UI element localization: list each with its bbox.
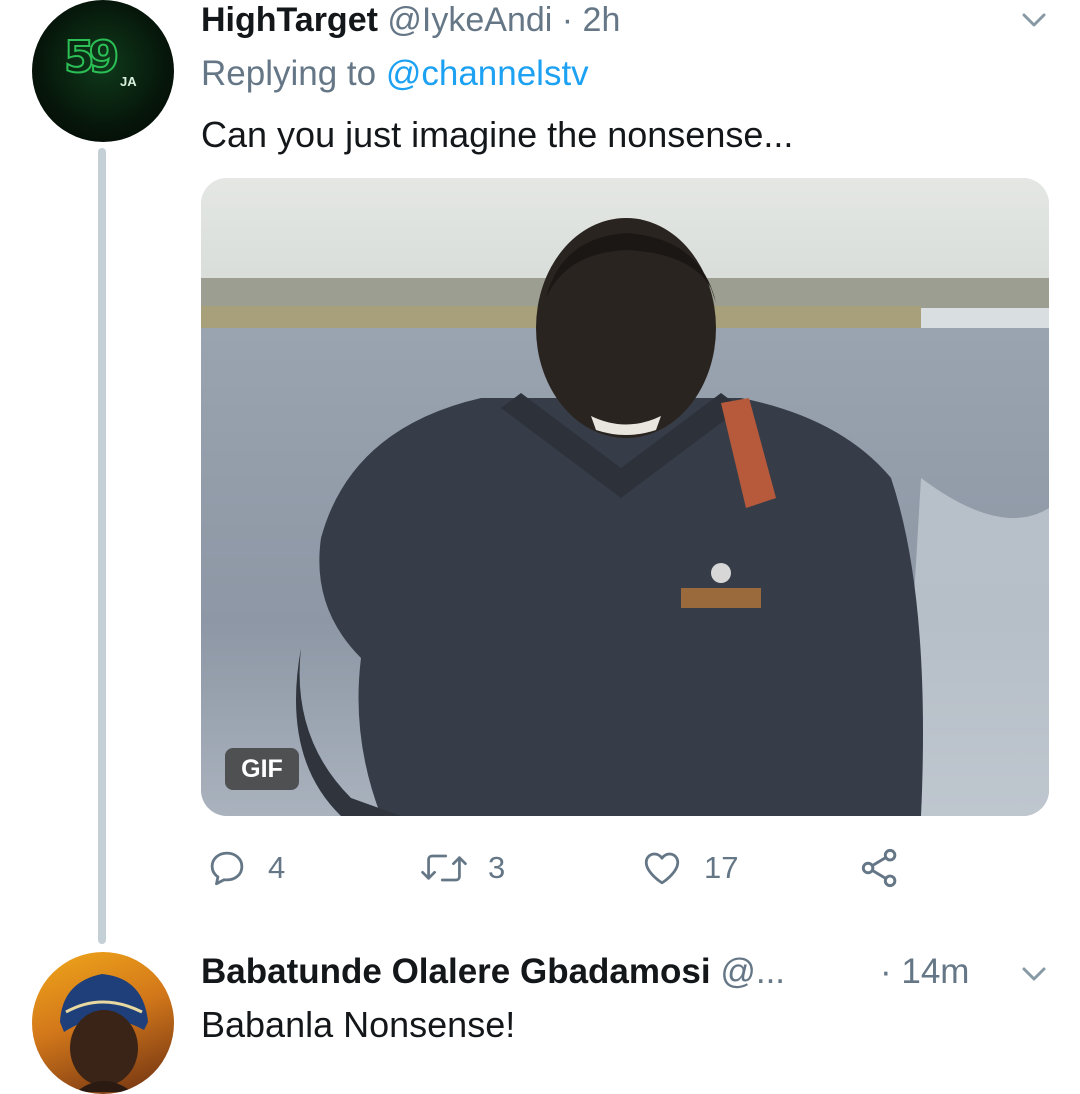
reply-icon [210,851,244,886]
replying-to: Replying to @channelstv [201,54,589,94]
tweet-text: Babanla Nonsense! [201,1004,516,1045]
avatar-logo-suffix: JA [120,74,137,89]
gif-media[interactable]: GIF [201,178,1049,816]
timestamp[interactable]: · 2h [562,1,621,39]
gif-image [201,178,1049,816]
replying-prefix: Replying to [201,54,386,93]
like-action[interactable]: 17 [640,838,738,898]
like-count: 17 [704,850,739,885]
display-name[interactable]: Babatunde Olalere Gbadamosi [201,952,711,991]
retweet-action[interactable]: 3 [420,838,505,898]
replying-handle-link[interactable]: @channelstv [386,54,589,93]
share-icon [861,848,897,888]
avatar[interactable]: 59 JA [32,0,174,142]
tweet-text: Can you just imagine the nonsense... [201,114,794,155]
gif-badge: GIF [225,748,299,790]
reply-action[interactable]: 4 [206,838,285,898]
avatar[interactable] [32,952,174,1094]
thread-line [98,148,106,944]
handle[interactable]: @IykeAndi [387,1,552,39]
like-icon [644,852,680,885]
timestamp[interactable]: · 14m [880,950,969,994]
retweet-count: 3 [488,850,506,885]
tweet-header: Babatunde Olalere Gbadamosi @... [201,950,785,994]
reply-count: 4 [268,850,286,885]
avatar-logo-number: 59 [63,31,120,84]
avatar-photo [60,974,148,1092]
share-action[interactable] [858,838,902,898]
chevron-down-icon[interactable] [1016,956,1052,992]
chevron-down-icon[interactable] [1016,2,1052,38]
handle[interactable]: @... [720,952,785,991]
retweet-icon [421,854,467,882]
tweet-actions: 4 3 17 [0,838,1080,898]
tweet-header: HighTarget @IykeAndi · 2h [201,0,620,40]
display-name[interactable]: HighTarget [201,1,378,39]
